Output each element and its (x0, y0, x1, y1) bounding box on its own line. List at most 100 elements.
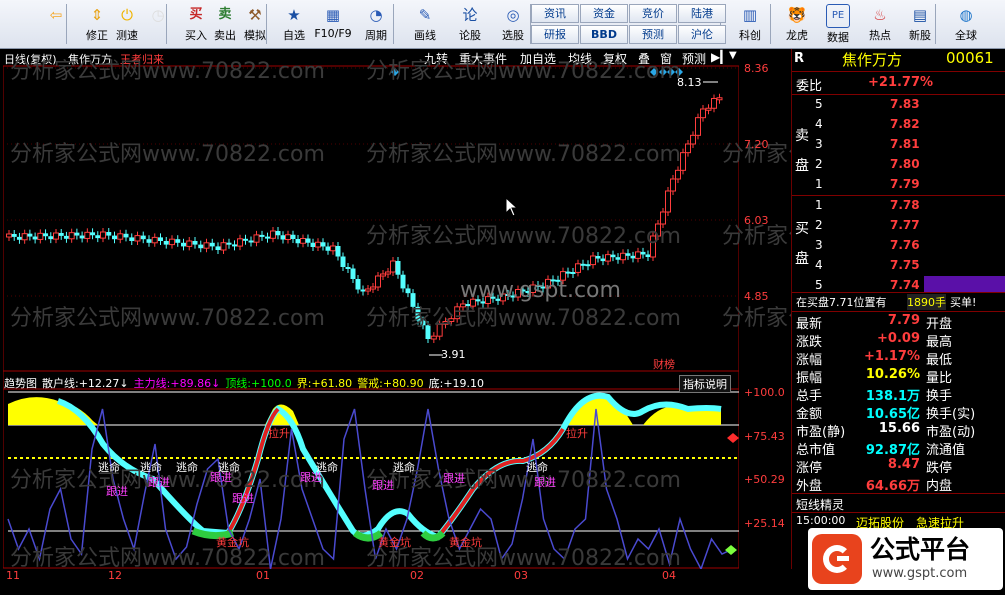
candle-body (635, 251, 641, 259)
candle-body (270, 230, 276, 239)
up-down-arrow-icon: ⇕ (90, 6, 104, 24)
candle-body (106, 232, 112, 236)
stat-label-2: 流通值 (926, 443, 966, 458)
weibi-value: +21.77% (868, 75, 934, 90)
indicator-field-label: 底: (428, 377, 444, 390)
buy-char-icon: 买 (189, 7, 203, 22)
candle-body (90, 232, 96, 236)
toolbar-button-label: 新股 (909, 29, 931, 42)
toolbar-button-label: 修正 (86, 29, 108, 42)
toolbar-separator (166, 4, 167, 44)
toolbar-button-back-arrow[interactable]: ⇦ (36, 2, 76, 46)
toolbar-separator (935, 4, 936, 44)
sell-level-row[interactable]: 1 7.79 (810, 175, 920, 194)
toolbar-button-star[interactable]: ★ 自选 (274, 2, 314, 46)
buy-level-row[interactable]: 1 7.78 (810, 196, 920, 215)
candle-body (68, 232, 75, 240)
toolbar-button-label: 龙虎 (786, 29, 808, 42)
queue-volume: 1890手 (907, 294, 946, 310)
level-number: 2 (815, 218, 823, 232)
watermark: 分析家公式网www.70822.com (10, 546, 325, 571)
candle-body (237, 238, 243, 247)
toolbar-button-hot[interactable]: ♨ 热点 (860, 2, 900, 46)
sell-char-icon: 卖 (218, 7, 232, 22)
target-icon: ◎ (506, 6, 520, 24)
sell-side-label: 卖盘 (795, 128, 809, 174)
queue-buy-button[interactable]: 买单! (950, 294, 976, 310)
watermark-gspt: www.gspt.com (460, 278, 621, 303)
candle-body (6, 233, 12, 238)
sprite-title[interactable]: 短线精灵 (796, 496, 844, 513)
candle-body (630, 255, 636, 259)
candle-body (640, 251, 646, 255)
chevron-down-icon[interactable]: ▼ (729, 50, 737, 61)
toolbar-small-button[interactable]: 竞价 (629, 4, 677, 23)
toolbar-small-button[interactable]: 陆港 (678, 4, 726, 23)
toolbar-button-label: 卖出 (214, 29, 236, 42)
toolbar-button-globe[interactable]: ◍ 全球 (946, 2, 986, 46)
level-price: 7.79 (890, 177, 920, 191)
candle-body (590, 255, 596, 266)
indicator-explain-button[interactable]: 指标说明 (679, 375, 731, 393)
signal-diamond-icon (725, 545, 737, 555)
candle-body (112, 235, 117, 240)
candle-body (405, 288, 411, 294)
stat-label-2: 市盈(动) (926, 425, 976, 440)
level-number: 2 (815, 157, 823, 171)
toolbar-button-pencil[interactable]: ✎ 画线 (405, 2, 445, 46)
sell-level-row[interactable]: 4 7.82 (810, 115, 920, 134)
toolbar-small-button[interactable]: BBD (580, 25, 628, 44)
toolbar-small-button[interactable]: 预测 (629, 25, 677, 44)
sell-level-row[interactable]: 5 7.83 (810, 95, 920, 114)
annotation-taoming: 逃命 (176, 461, 198, 474)
candle-body (181, 242, 186, 247)
toolbar-small-button[interactable]: 资讯 (531, 4, 579, 23)
toolbar-button-label: 模拟 (244, 29, 266, 42)
quote-stat-row: 金额 10.65亿 换手(实) (796, 403, 1004, 422)
toolbar-separator (266, 4, 267, 44)
toolbar-button-talk[interactable]: 论论股 (450, 2, 490, 46)
caibang-label: 财榜 (653, 358, 675, 371)
toolbar-button-newstock[interactable]: ▤ 新股 (900, 2, 940, 46)
play-icon[interactable]: ▶▎ (711, 50, 729, 64)
level-price: 7.81 (890, 137, 920, 151)
toolbar-button-clock[interactable]: ◷ (138, 2, 178, 46)
toolbar-small-button[interactable]: 资金 (580, 4, 628, 23)
candle-body (365, 288, 371, 292)
buy-level-row[interactable]: 4 7.75 (810, 256, 920, 275)
candle-body (63, 235, 69, 239)
time-tick: 04 (662, 569, 676, 582)
chart-menu-item[interactable]: 预测 (682, 50, 706, 67)
toolbar-small-button[interactable]: 沪伦 (678, 25, 726, 44)
buy-level-row[interactable]: 3 7.76 (810, 236, 920, 255)
toolbar-button-label: 热点 (869, 29, 891, 42)
toolbar-button-grid[interactable]: ▦ F10/F9 (313, 2, 353, 46)
toolbar-button-pe[interactable]: PE 数据 (818, 2, 858, 46)
toolbar-button-hammer[interactable]: ⚒ 模拟 (235, 2, 275, 46)
ind-tick: +75.43 (744, 430, 785, 443)
watermark: 分析家公式网www.70822.com (366, 306, 681, 331)
indicator-title: 趋势图 (4, 377, 37, 390)
toolbar-button-cycle[interactable]: ◔ 周期 (356, 2, 396, 46)
annotation-genjin: 跟进 (372, 479, 394, 492)
buy-level-row[interactable]: 2 7.77 (810, 216, 920, 235)
candle-body (265, 236, 270, 239)
candle-body (695, 117, 701, 136)
annotation-genjin: 跟进 (443, 472, 465, 485)
stat-value: 92.87亿 (865, 443, 920, 458)
candle-body (290, 234, 296, 239)
toolbar-button-label: 数据 (827, 31, 849, 44)
candle-body (198, 244, 204, 249)
quote-stock-code: 00061 (946, 49, 994, 67)
toolbar-button-chart-box[interactable]: ▥ 科创 (730, 2, 770, 46)
sell-level-row[interactable]: 2 7.80 (810, 155, 920, 174)
toolbar-button-tiger[interactable]: 🐯 龙虎 (777, 2, 817, 46)
toolbar-small-button[interactable]: 研报 (531, 25, 579, 44)
candle-body (100, 231, 106, 239)
sell-level-row[interactable]: 3 7.81 (810, 135, 920, 154)
candle-body (670, 178, 676, 192)
toolbar-button-target[interactable]: ◎ 选股 (493, 2, 533, 46)
price-tick: 4.85 (744, 290, 769, 303)
stat-value: 15.66 (878, 421, 920, 436)
power-icon: ⏻ (121, 6, 133, 24)
